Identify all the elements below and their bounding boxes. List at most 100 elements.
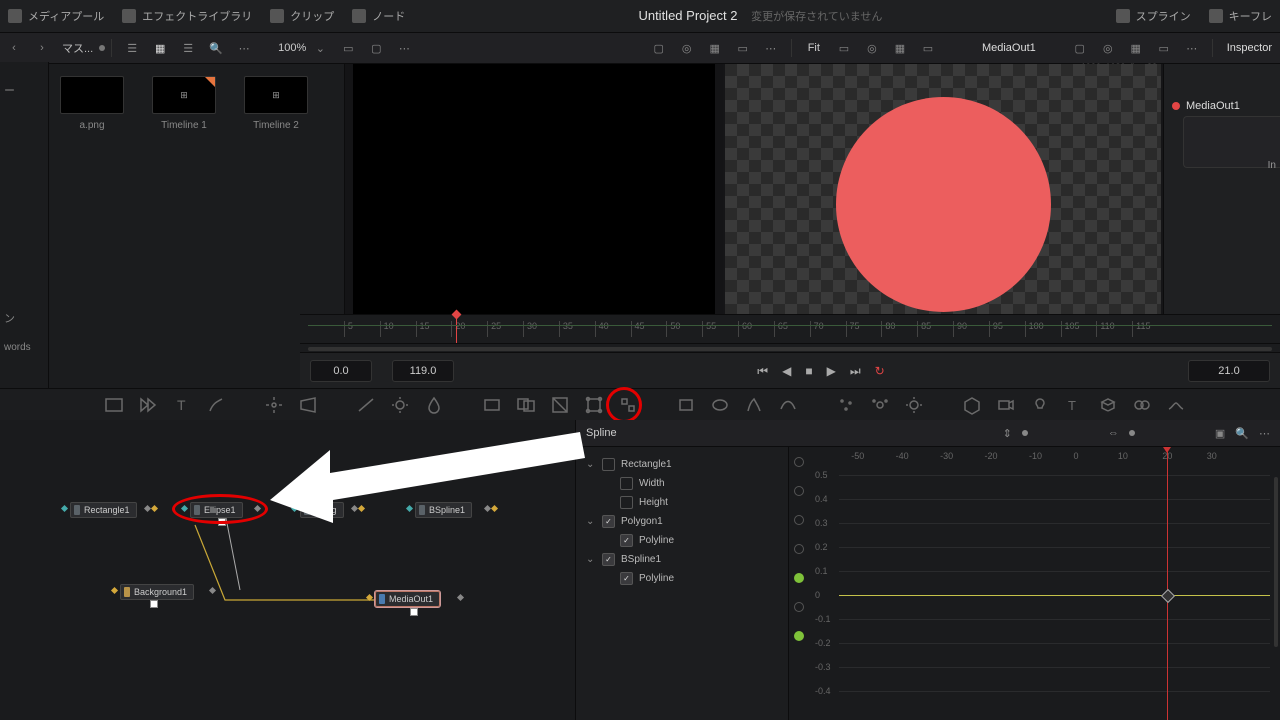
more2-icon[interactable]: ⋯ [393, 37, 415, 59]
tool-particles-icon[interactable] [836, 395, 856, 415]
tool-brightness-icon[interactable] [390, 395, 410, 415]
tool-text3d-icon[interactable]: T [1064, 395, 1084, 415]
nav-fwd[interactable]: › [31, 37, 53, 59]
tool-text-icon[interactable]: T [172, 395, 192, 415]
globe2-icon[interactable]: ◎ [861, 37, 883, 59]
playhead[interactable] [456, 315, 457, 343]
media-thumb[interactable] [60, 76, 124, 114]
grid-view-icon[interactable]: ▦ [149, 37, 171, 59]
insp-tool2-icon[interactable]: ◎ [1097, 37, 1119, 59]
search-icon[interactable]: 🔍 [205, 37, 227, 59]
insp-tool1-icon[interactable]: ▢ [1069, 37, 1091, 59]
time-out[interactable]: 119.0 [392, 360, 454, 382]
tree-row[interactable]: Polyline [582, 531, 782, 550]
checkbox[interactable] [602, 553, 615, 566]
tool-fast-icon[interactable] [138, 395, 158, 415]
tool-tracker-icon[interactable] [264, 395, 284, 415]
tool-3d-icon[interactable] [962, 395, 982, 415]
loop-icon[interactable]: ↻ [875, 364, 885, 379]
nav-back[interactable]: ‹ [3, 37, 25, 59]
node-mediaout[interactable]: MediaOut1 [375, 591, 440, 607]
node-background[interactable]: Background1 [120, 584, 194, 600]
node-rectangle[interactable]: Rectangle1 [70, 502, 137, 518]
tool-matte-icon[interactable] [482, 395, 502, 415]
tree-row[interactable]: Height [582, 493, 782, 512]
stop-icon[interactable]: ■ [805, 364, 812, 379]
spline-zoom-v-icon[interactable]: ⇕ [1003, 427, 1012, 440]
spline-scrollbar[interactable] [1274, 477, 1278, 647]
time-current[interactable]: 21.0 [1188, 360, 1270, 382]
insp-tool3-icon[interactable]: ▦ [1125, 37, 1147, 59]
tool-channel-icon[interactable] [550, 395, 570, 415]
viewer-a-icon[interactable]: ▢ [648, 37, 670, 59]
media-thumb[interactable]: ⊞ [152, 76, 216, 114]
step-back-icon[interactable]: ◀ [782, 364, 791, 379]
tab-effects[interactable]: エフェクトライブラリ [122, 8, 252, 24]
sort-icon[interactable]: ☰ [121, 37, 143, 59]
expand-icon[interactable]: ⌄ [586, 459, 596, 470]
checkbox[interactable] [602, 458, 615, 471]
tree-row[interactable]: ⌄BSpline1 [582, 550, 782, 569]
tool-merge-icon[interactable] [516, 395, 536, 415]
tool-planar-icon[interactable] [298, 395, 318, 415]
info-icon[interactable]: ▭ [732, 37, 754, 59]
scrollbar[interactable] [308, 347, 1272, 351]
grid2-icon[interactable]: ▦ [889, 37, 911, 59]
inspector-tab[interactable]: Inspector [1227, 42, 1272, 54]
tool-shape3d-icon[interactable] [1098, 395, 1118, 415]
tab-nodes[interactable]: ノード [352, 8, 405, 24]
tool-merge3d-icon[interactable] [1132, 395, 1152, 415]
checkbox[interactable] [620, 477, 633, 490]
tab-clips[interactable]: クリップ [270, 8, 334, 24]
tool-rectangle-mask-icon[interactable] [676, 395, 696, 415]
zoom-dropdown-icon[interactable]: ⌄ [309, 37, 331, 59]
tree-row[interactable]: Polyline [582, 569, 782, 588]
more3-icon[interactable]: ⋯ [760, 37, 782, 59]
tool-ellipse-mask-icon[interactable] [710, 395, 730, 415]
tool-prender-icon[interactable] [904, 395, 924, 415]
tool-bspline-mask-icon[interactable] [778, 395, 798, 415]
tool-paint-icon[interactable] [206, 395, 226, 415]
time-ruler[interactable]: 5101520253035404550556065707580859095100… [300, 314, 1280, 343]
expand-icon[interactable]: ⌄ [586, 516, 596, 527]
layout1-icon[interactable]: ▭ [337, 37, 359, 59]
tool-render3d-icon[interactable] [1166, 395, 1186, 415]
tool-light-icon[interactable] [1030, 395, 1050, 415]
tab-spline[interactable]: スプライン [1116, 8, 1191, 24]
tool-camera3d-icon[interactable] [996, 395, 1016, 415]
list-view-icon[interactable]: ☰ [177, 37, 199, 59]
tool-resize-icon[interactable] [618, 395, 638, 415]
tool-transform-icon[interactable] [584, 395, 604, 415]
checkbox[interactable] [602, 515, 615, 528]
tree-row[interactable]: ⌄Polygon1 [582, 512, 782, 531]
zoom-level[interactable]: 100% [278, 42, 306, 54]
sort-label[interactable]: マス... [62, 40, 93, 56]
node-anchor3[interactable] [410, 608, 418, 616]
globe-icon[interactable]: ◎ [676, 37, 698, 59]
layout2-icon[interactable]: ▢ [365, 37, 387, 59]
goto-start-icon[interactable]: ⏮ [757, 364, 768, 379]
spline-playhead[interactable] [1167, 447, 1168, 720]
insp-tool4-icon[interactable]: ▭ [1153, 37, 1175, 59]
expand-icon[interactable]: ⌄ [586, 554, 596, 565]
insp-more-icon[interactable]: ⋯ [1181, 37, 1203, 59]
spline-zoom-h-icon[interactable]: ⇔ [1108, 427, 1119, 439]
spline-graph[interactable]: -50-40-30-20-1001020300.50.40.30.20.10-0… [809, 447, 1280, 720]
tree-row[interactable]: Width [582, 474, 782, 493]
tool-polygon-mask-icon[interactable] [744, 395, 764, 415]
more-icon[interactable]: ⋯ [233, 37, 255, 59]
goto-end-icon[interactable]: ⏭ [850, 364, 861, 379]
tab-mediapool[interactable]: メディアプール [8, 8, 104, 24]
grid-icon[interactable]: ▦ [704, 37, 726, 59]
tool-pemitter-icon[interactable] [870, 395, 890, 415]
inspector-tab-in[interactable]: In [1268, 160, 1276, 171]
tool-blur-icon[interactable] [424, 395, 444, 415]
node-anchor2[interactable] [150, 600, 158, 608]
node-anchor[interactable] [218, 518, 226, 526]
node-graph[interactable]: Rectangle1 Ellipse1 Polyg BSpline1 Backg… [0, 420, 576, 720]
info2-icon[interactable]: ▭ [917, 37, 939, 59]
play-icon[interactable]: ▶ [827, 364, 836, 379]
node-ellipse[interactable]: Ellipse1 [190, 502, 243, 518]
checkbox[interactable] [620, 534, 633, 547]
keyframe-marker[interactable] [1161, 589, 1175, 603]
